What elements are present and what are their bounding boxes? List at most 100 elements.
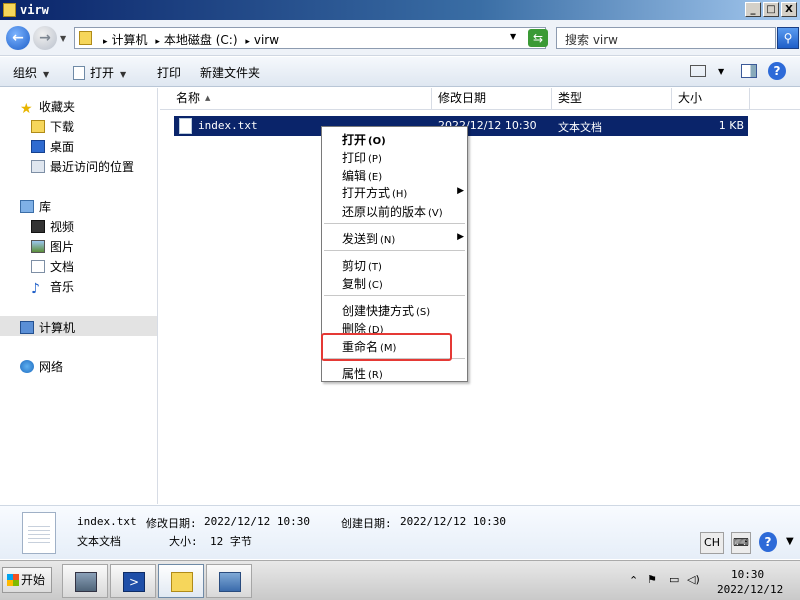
sidebar-item-downloads[interactable]: 下载 [31, 118, 74, 135]
menu-item-edit[interactable]: 编辑 (E) [342, 167, 382, 184]
computer-icon [20, 321, 34, 334]
menu-separator [324, 295, 465, 296]
column-header-name[interactable]: 名称 ▲ [160, 88, 432, 110]
menu-item-restore-previous[interactable]: 还原以前的版本 (V) [342, 203, 443, 220]
sidebar-label: 音乐 [50, 280, 75, 294]
downloads-folder-icon [31, 120, 45, 133]
back-button[interactable]: ← [6, 26, 30, 50]
sidebar-label: 收藏夹 [39, 100, 76, 114]
organize-label: 组织 [13, 66, 38, 80]
sidebar-item-libraries[interactable]: 库 [20, 198, 51, 215]
menu-separator [324, 250, 465, 251]
clock-date[interactable]: 2022/12/12 [717, 583, 783, 596]
sidebar-label: 文档 [50, 260, 75, 274]
preview-pane-icon[interactable] [741, 64, 757, 78]
forward-button[interactable]: → [33, 26, 57, 50]
sidebar-item-computer[interactable]: 计算机 [0, 316, 157, 336]
document-icon [73, 66, 85, 80]
server-manager-icon [75, 572, 97, 592]
navigation-pane: ★ 收藏夹 下载 桌面 最近访问的位置 库 视频 图片 文档 ♪ 音乐 计算机 网络 [0, 88, 158, 504]
details-size-value: 12 字节 [210, 535, 252, 548]
breadcrumb-local-disk[interactable]: 本地磁盘 (C:) [164, 33, 238, 47]
text-file-icon [179, 118, 192, 134]
sidebar-item-network[interactable]: 网络 [20, 358, 63, 375]
print-button[interactable]: 打印 [157, 64, 181, 81]
taskbar-server-manager[interactable] [62, 564, 108, 598]
open-label: 打开 [90, 66, 115, 80]
volume-icon[interactable]: ◁) [687, 573, 700, 586]
taskbar-app[interactable] [206, 564, 252, 598]
help-icon[interactable]: ? [759, 532, 777, 552]
sidebar-item-music[interactable]: ♪ 音乐 [31, 278, 74, 296]
windows-logo-icon [7, 574, 19, 586]
column-header-size[interactable]: 大小 [672, 88, 750, 110]
menu-item-properties[interactable]: 属性 (R) [342, 365, 383, 382]
start-button[interactable]: 开始 [2, 567, 52, 593]
menu-item-cut[interactable]: 剪切 (T) [342, 257, 382, 274]
details-pane: index.txt 修改日期: 2022/12/12 10:30 创建日期: 2… [0, 505, 800, 559]
sidebar-item-documents[interactable]: 文档 [31, 258, 74, 275]
sidebar-label: 最近访问的位置 [50, 160, 135, 174]
action-center-flag-icon[interactable]: ⚑ [647, 573, 657, 586]
column-header-type[interactable]: 类型 [552, 88, 672, 110]
sidebar-label: 图片 [50, 240, 75, 254]
view-options-icon[interactable] [690, 65, 706, 77]
sidebar-label: 库 [39, 200, 52, 214]
sidebar-item-recent[interactable]: 最近访问的位置 [31, 158, 134, 175]
sidebar-item-videos[interactable]: 视频 [31, 218, 74, 235]
libraries-icon [20, 200, 34, 213]
taskbar-powershell[interactable]: > [110, 564, 156, 598]
details-created-label: 创建日期: [341, 517, 392, 530]
maximize-button[interactable]: □ [763, 2, 779, 17]
open-button[interactable]: 打开 ▼ [73, 64, 126, 81]
pictures-icon [31, 240, 45, 253]
sidebar-label: 桌面 [50, 140, 75, 154]
submenu-arrow-icon: ▶ [457, 232, 464, 242]
documents-icon [31, 260, 45, 273]
menu-item-print[interactable]: 打印 (P) [342, 149, 382, 166]
star-icon: ★ [20, 101, 33, 117]
details-file-type: 文本文档 [77, 535, 121, 548]
breadcrumb-computer[interactable]: 计算机 [112, 33, 148, 47]
file-name: index.txt [198, 119, 258, 132]
recent-pages-dropdown[interactable]: ▼ [60, 34, 66, 43]
details-modified-label: 修改日期: [146, 517, 197, 530]
organize-button[interactable]: 组织 ▼ [13, 64, 49, 81]
menu-item-copy[interactable]: 复制 (C) [342, 275, 383, 292]
new-folder-button[interactable]: 新建文件夹 [200, 64, 260, 81]
search-icon[interactable]: ⚲ [777, 27, 799, 49]
sidebar-label: 下载 [50, 120, 75, 134]
breadcrumb-virw[interactable]: virw [254, 33, 279, 47]
search-input[interactable]: 搜索 virw [556, 27, 776, 49]
menu-item-send-to[interactable]: 发送到 (N) ▶ [342, 230, 464, 247]
help-icon[interactable]: ? [768, 62, 786, 80]
menu-item-open[interactable]: 打开 (O) [342, 131, 386, 148]
details-modified-value: 2022/12/12 10:30 [204, 515, 310, 528]
sidebar-item-desktop[interactable]: 桌面 [31, 138, 74, 155]
address-bar[interactable]: ▸ 计算机 ▸ 本地磁盘 (C:) ▸ virw [74, 27, 546, 49]
address-dropdown[interactable]: ▼ [510, 32, 516, 41]
file-type: 文本文档 [558, 121, 602, 134]
close-button[interactable]: X [781, 2, 797, 17]
clock-time[interactable]: 10:30 [731, 568, 764, 581]
window-title: virw [20, 3, 49, 17]
title-bar[interactable]: virw _ □ X [0, 0, 800, 20]
taskbar-explorer[interactable] [158, 564, 204, 598]
menu-item-open-with[interactable]: 打开方式 (H) ▶ [342, 184, 464, 201]
file-size: 1 KB [718, 119, 744, 132]
details-created-value: 2022/12/12 10:30 [400, 515, 506, 528]
column-header-modified[interactable]: 修改日期 [432, 88, 552, 110]
sidebar-item-favorites[interactable]: ★ 收藏夹 [20, 98, 75, 116]
scroll-down-icon[interactable]: ▼ [786, 536, 794, 547]
keyboard-icon[interactable]: ⌨ [731, 532, 751, 554]
sidebar-item-pictures[interactable]: 图片 [31, 238, 74, 255]
network-icon [20, 360, 34, 373]
menu-item-create-shortcut[interactable]: 创建快捷方式 (S) [342, 302, 430, 319]
sidebar-label: 计算机 [39, 321, 76, 335]
refresh-button[interactable]: ⇆ [528, 29, 548, 47]
show-hidden-icons-icon[interactable]: ⌃ [629, 574, 638, 587]
language-indicator[interactable]: CH [700, 532, 724, 554]
minimize-button[interactable]: _ [745, 2, 761, 17]
network-status-icon[interactable]: ▭ [669, 573, 679, 586]
view-dropdown[interactable]: ▼ [718, 67, 724, 76]
